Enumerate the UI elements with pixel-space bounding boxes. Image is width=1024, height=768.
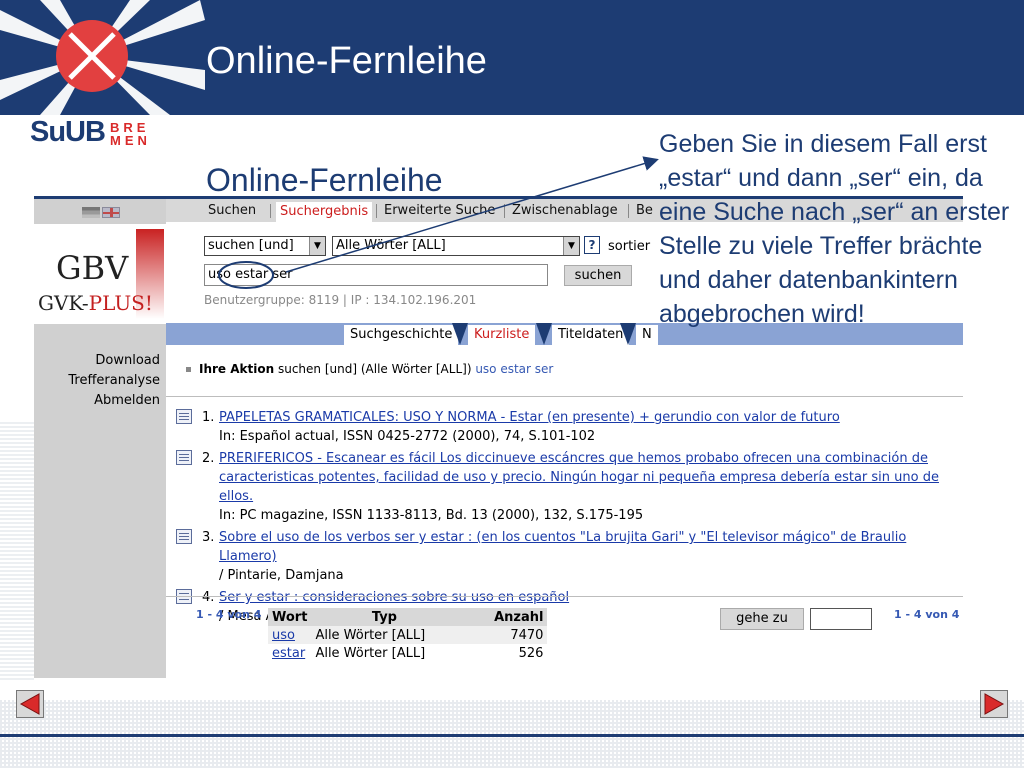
- footer-line: [0, 734, 1024, 737]
- menu-item-more[interactable]: Be: [636, 203, 653, 218]
- list-item: 1. PAPELETAS GRAMATICALES: USO Y NORMA -…: [174, 408, 954, 446]
- help-button[interactable]: ?: [584, 236, 600, 254]
- tab-more[interactable]: N: [636, 325, 658, 345]
- pager-left: 1 - 4 von 4: [196, 608, 262, 621]
- previous-slide-button[interactable]: [16, 690, 44, 718]
- document-icon[interactable]: [176, 450, 192, 465]
- table-row: estar Alle Wörter [ALL] 526: [272, 645, 544, 661]
- annotation-text: Geben Sie in diesem Fall erst „estar“ un…: [659, 130, 1010, 328]
- tab-titeldaten[interactable]: Titeldaten: [552, 325, 630, 345]
- menu-item-erweiterte-suche[interactable]: Erweiterte Suche: [384, 203, 495, 218]
- triangle-right-icon: [984, 693, 1005, 715]
- sidebar-item-download[interactable]: Download: [34, 351, 160, 371]
- sort-label: sortier: [608, 239, 651, 254]
- tab-kurzliste[interactable]: Kurzliste: [468, 325, 536, 345]
- goto-input[interactable]: [810, 608, 872, 630]
- result-title-link[interactable]: Ser y estar : consideraciones sobre su u…: [219, 590, 569, 605]
- goto-button[interactable]: gehe zu: [720, 608, 804, 630]
- gvk-plus-logo: GVK-PLUS!: [38, 291, 153, 315]
- menu-item-zwischenablage[interactable]: Zwischenablage: [512, 203, 618, 218]
- result-title-link[interactable]: PRERIFERICOS - Escanear es fácil Los dic…: [219, 451, 939, 504]
- app-left-column: GBV GVK-PLUS! Download Trefferanalyse Ab…: [34, 199, 166, 678]
- pager-right: 1 - 4 von 4: [894, 608, 960, 621]
- chevron-down-icon: ▼: [309, 237, 325, 255]
- table-row: uso Alle Wörter [ALL] 7470: [268, 626, 548, 644]
- decorative-pattern: [0, 420, 34, 680]
- language-flags: [82, 207, 122, 219]
- next-slide-button[interactable]: [980, 690, 1008, 718]
- list-item: 2. PRERIFERICOS - Escanear es fácil Los …: [174, 449, 954, 525]
- uk-flag-icon[interactable]: [102, 207, 120, 218]
- side-menu: Download Trefferanalyse Abmelden: [34, 351, 160, 411]
- search-mode-select[interactable]: suchen [und] ▼: [204, 236, 326, 256]
- sidebar-item-trefferanalyse[interactable]: Trefferanalyse: [34, 371, 160, 391]
- tab-suchgeschichte[interactable]: Suchgeschichte: [344, 325, 459, 345]
- word-link[interactable]: uso: [272, 628, 295, 643]
- triangle-left-icon: [19, 693, 40, 715]
- chevron-down-icon: ▼: [563, 237, 579, 255]
- slide-subtitle: Online-Fernleihe: [206, 162, 443, 198]
- menu-item-suchen[interactable]: Suchen: [208, 203, 256, 218]
- gbv-logo: GBV: [56, 249, 129, 287]
- usergroup-info: Benutzergruppe: 8119 | IP : 134.102.196.…: [204, 293, 477, 307]
- suub-sun-logo-icon: [0, 0, 205, 115]
- sidebar-item-abmelden[interactable]: Abmelden: [34, 391, 160, 411]
- document-icon[interactable]: [176, 529, 192, 544]
- german-flag-icon[interactable]: [82, 207, 100, 218]
- result-title-link[interactable]: Sobre el uso de los verbos ser y estar :…: [219, 530, 906, 564]
- result-title-link[interactable]: PAPELETAS GRAMATICALES: USO Y NORMA - Es…: [219, 410, 840, 425]
- current-action: Ihre Aktion suchen [und] (Alle Wörter [A…: [186, 362, 553, 376]
- search-field-select[interactable]: Alle Wörter [ALL] ▼: [332, 236, 580, 256]
- word-table: Wort Typ Anzahl uso Alle Wörter [ALL] 74…: [268, 608, 548, 662]
- bullet-icon: [186, 367, 191, 372]
- document-icon[interactable]: [176, 409, 192, 424]
- menu-item-suchergebnis[interactable]: Suchergebnis: [276, 202, 373, 222]
- list-item: 3. Sobre el uso de los verbos ser y esta…: [174, 528, 954, 585]
- word-link[interactable]: estar: [272, 646, 305, 661]
- search-input[interactable]: uso estar ser: [204, 264, 548, 286]
- search-button[interactable]: suchen: [564, 265, 632, 286]
- slide-title: Online-Fernleihe: [206, 40, 487, 82]
